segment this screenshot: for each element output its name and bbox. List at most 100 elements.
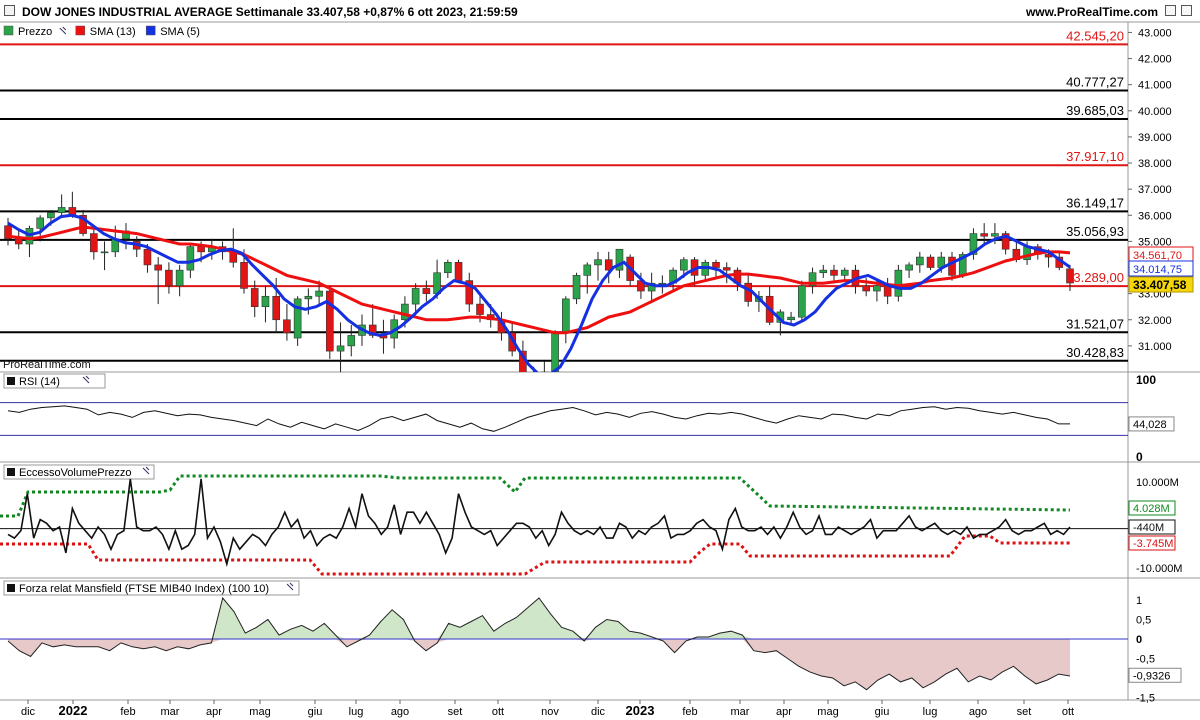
rsi-swatch bbox=[7, 377, 15, 385]
candle bbox=[905, 262, 913, 278]
candle-body-down bbox=[250, 288, 259, 308]
candle bbox=[894, 264, 903, 302]
mansfield-title: Forza relat Mansfield (FTSE MIB40 Index)… bbox=[19, 583, 269, 595]
candle bbox=[840, 267, 849, 281]
x-tick-label: mar bbox=[161, 706, 180, 718]
candle-body-up bbox=[401, 303, 409, 321]
x-tick-label: feb bbox=[120, 706, 135, 718]
x-tick-label: lug bbox=[349, 706, 364, 718]
candle-body-down bbox=[90, 233, 98, 253]
x-tick-label: ago bbox=[391, 706, 409, 718]
candle-body-up bbox=[572, 275, 581, 300]
y-tick-label: 42.000 bbox=[1138, 54, 1172, 66]
candle-body-up bbox=[798, 285, 806, 318]
legend-swatch[interactable] bbox=[145, 25, 156, 36]
evp-tick: 10.000M bbox=[1136, 477, 1179, 489]
candle-body-up bbox=[680, 259, 688, 271]
candle bbox=[57, 194, 66, 218]
chart-canvas[interactable]: 43.000 42.000 41.000 40.000 39.000 38.000 37.0… bbox=[0, 0, 1200, 720]
x-tick-label: 2023 bbox=[626, 703, 655, 718]
candle bbox=[1066, 264, 1074, 292]
candle-body-up bbox=[293, 298, 302, 339]
candle-body-up bbox=[583, 264, 592, 276]
candle bbox=[1001, 230, 1010, 255]
candle-body-up bbox=[905, 264, 913, 271]
rsi-top-tick: 100 bbox=[1136, 373, 1156, 387]
candle bbox=[165, 262, 173, 294]
candle bbox=[669, 267, 677, 292]
candle-body-up bbox=[916, 256, 924, 266]
candle bbox=[540, 361, 549, 372]
evp-lower-band bbox=[0, 534, 1070, 576]
candle-body-down bbox=[283, 319, 291, 334]
candle-body-up bbox=[444, 261, 452, 274]
candle bbox=[808, 267, 817, 294]
x-tick-label: giu bbox=[308, 706, 323, 718]
legend-swatch[interactable] bbox=[75, 25, 86, 36]
candle-body-up bbox=[336, 345, 345, 352]
candle-body-up bbox=[57, 207, 66, 213]
rsi-title: RSI (14) bbox=[19, 376, 60, 388]
candle-body-down bbox=[926, 256, 935, 268]
rsi-line bbox=[7, 405, 1070, 432]
candle-body-up bbox=[47, 212, 55, 219]
candle-body-down bbox=[830, 269, 838, 276]
candle bbox=[122, 223, 130, 250]
rsi-value-tag: 44,028 bbox=[1133, 419, 1167, 431]
x-tick-label: apr bbox=[776, 706, 792, 718]
x-tick-label: apr bbox=[206, 706, 222, 718]
candle bbox=[336, 322, 345, 372]
level-label: 31.521,07 bbox=[1066, 316, 1124, 331]
mansfield-tick: 0,5 bbox=[1136, 615, 1151, 627]
candle-body-down bbox=[712, 261, 720, 268]
candle bbox=[90, 228, 98, 260]
candle-body-down bbox=[722, 267, 731, 271]
candle-body-up bbox=[100, 251, 109, 254]
candle-body-up bbox=[186, 246, 195, 271]
candle bbox=[733, 267, 742, 292]
watermark: ProRealTime.com bbox=[3, 359, 91, 371]
mansfield-positive-area bbox=[8, 598, 1070, 639]
candle bbox=[465, 272, 474, 312]
candle-body-up bbox=[787, 316, 795, 321]
wrench-icon[interactable] bbox=[59, 26, 67, 35]
legend-label: SMA (13) bbox=[90, 26, 136, 38]
level-label: 42.545,20 bbox=[1066, 28, 1124, 43]
candle-body-up bbox=[594, 259, 602, 266]
x-tick-label: nov bbox=[541, 706, 559, 718]
level-label: 30.428,83 bbox=[1066, 345, 1124, 360]
x-tick-label: dic bbox=[21, 706, 36, 718]
candle bbox=[883, 277, 892, 305]
candle-body-up bbox=[304, 295, 313, 300]
x-tick-label: 2022 bbox=[59, 703, 88, 718]
mansfield-tick: -0,5 bbox=[1136, 654, 1155, 666]
x-tick-label: ott bbox=[492, 706, 504, 718]
candle-body-up bbox=[261, 295, 270, 308]
x-tick-label: mag bbox=[817, 706, 838, 718]
candle-body-up bbox=[175, 269, 184, 287]
candle bbox=[819, 264, 828, 278]
legend-label: Prezzo bbox=[18, 26, 52, 38]
candle-body-down bbox=[1066, 268, 1074, 284]
candle-body-down bbox=[530, 380, 537, 383]
y-tick-label: 40.000 bbox=[1138, 106, 1172, 118]
candle bbox=[347, 324, 356, 357]
candle-body-up bbox=[411, 288, 420, 305]
legend-swatch[interactable] bbox=[3, 25, 14, 36]
candle bbox=[261, 285, 270, 323]
x-tick-label: ott bbox=[1062, 706, 1074, 718]
candle bbox=[326, 285, 334, 359]
candle bbox=[411, 283, 420, 312]
candle-body-down bbox=[476, 303, 484, 315]
y-tick-label: 41.000 bbox=[1138, 80, 1172, 92]
candle-body-down bbox=[165, 269, 173, 287]
candle bbox=[79, 210, 87, 237]
candle bbox=[379, 319, 388, 354]
x-tick-label: mag bbox=[249, 706, 270, 718]
candle bbox=[798, 280, 806, 323]
candle-body-up bbox=[819, 269, 828, 274]
candle-body-down bbox=[154, 264, 162, 271]
x-tick-label: mar bbox=[731, 706, 750, 718]
candle bbox=[25, 225, 34, 258]
candle bbox=[562, 296, 570, 344]
